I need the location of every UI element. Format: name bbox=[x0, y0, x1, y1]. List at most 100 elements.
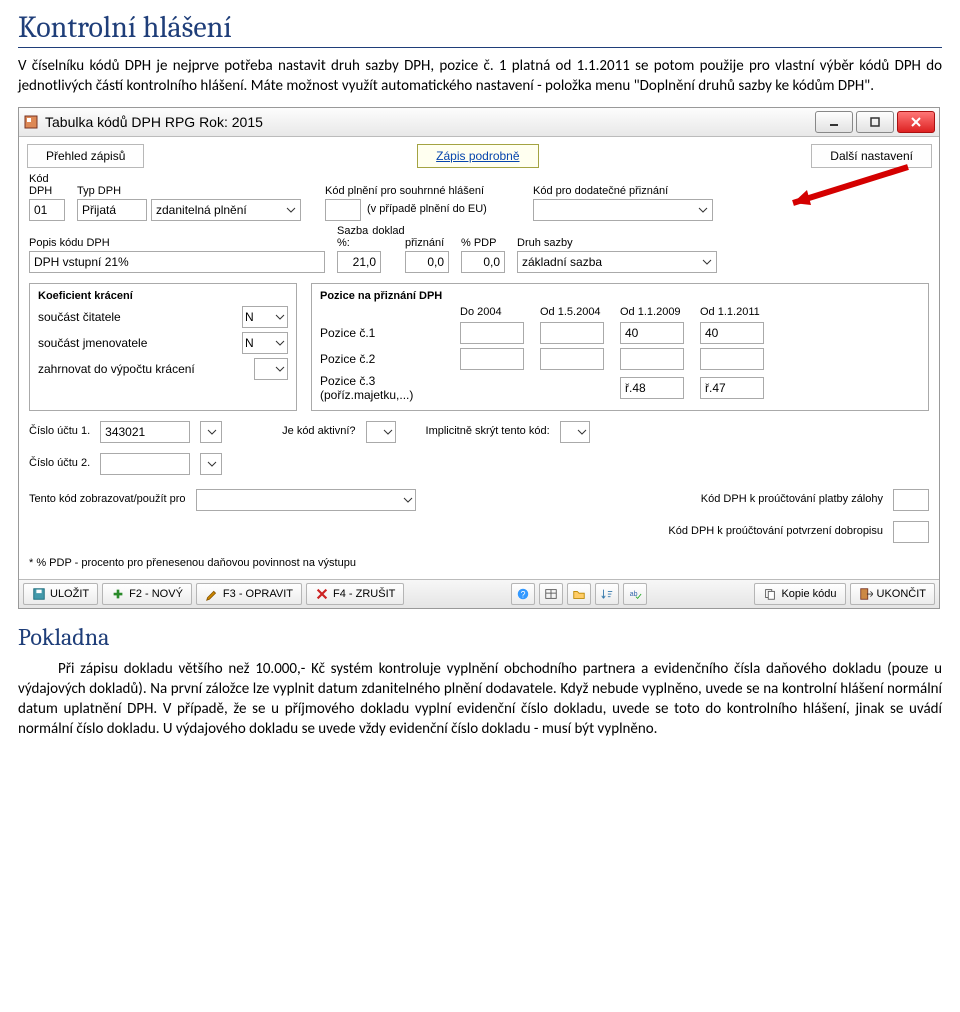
kod-plneni-input[interactable] bbox=[325, 199, 361, 221]
label-je-kod-aktivni: Je kód aktivní? bbox=[282, 425, 355, 437]
citatel-select[interactable]: N bbox=[242, 306, 288, 328]
druh-sazby-select[interactable]: základní sazba bbox=[517, 251, 717, 273]
druh-sazby-value: základní sazba bbox=[522, 255, 602, 269]
chevron-down-icon bbox=[577, 427, 587, 437]
titlebar: Tabulka kódů DPH RPG Rok: 2015 bbox=[19, 108, 939, 137]
kod-dobropis-input[interactable] bbox=[893, 521, 929, 543]
label-kod-zaloha: Kód DPH k proúčtování platby zálohy bbox=[701, 493, 883, 505]
typ-dph-input[interactable] bbox=[77, 199, 147, 221]
help-button[interactable]: ? bbox=[511, 583, 535, 605]
typ-dph-select-value: zdanitelná plnění bbox=[156, 203, 247, 217]
chevron-down-icon bbox=[383, 427, 393, 437]
tool-button-1[interactable] bbox=[539, 583, 563, 605]
kod-zaloha-input[interactable] bbox=[893, 489, 929, 511]
col-od-2009: Od 1.1.2009 bbox=[620, 306, 690, 318]
label-pozice2: Pozice č.2 bbox=[320, 352, 450, 366]
label-sazba: Sazba %: bbox=[337, 225, 368, 249]
pozice2-2004-input[interactable] bbox=[460, 348, 524, 370]
label-druh-sazby: Druh sazby bbox=[517, 237, 717, 249]
ukoncit-button[interactable]: UKONČIT bbox=[850, 583, 936, 605]
pdp-pct-input[interactable] bbox=[461, 251, 505, 273]
tab-zapis-podrobne[interactable]: Zápis podrobně bbox=[417, 144, 538, 168]
ucet1-dropdown[interactable] bbox=[200, 421, 222, 443]
label-implicitne-skryt: Implicitně skrýt tento kód: bbox=[426, 425, 550, 437]
pozice1-2004-input[interactable] bbox=[460, 322, 524, 344]
col-od-2011: Od 1.1.2011 bbox=[700, 306, 770, 318]
typ-dph-select[interactable]: zdanitelná plnění bbox=[151, 199, 301, 221]
label-kod-dph: Kód DPH bbox=[29, 173, 69, 197]
sazba-doklad-input[interactable] bbox=[337, 251, 381, 273]
label-pdp-pct: % PDP bbox=[461, 237, 509, 249]
kod-dph-input[interactable] bbox=[29, 199, 65, 221]
label-priznani: přiznání bbox=[405, 237, 453, 249]
folder-icon bbox=[572, 587, 586, 601]
pozice1-2004b-input[interactable] bbox=[540, 322, 604, 344]
label-kod-plneni: Kód plnění pro souhrnné hlášení bbox=[325, 185, 525, 197]
label-doklad: doklad bbox=[372, 225, 404, 249]
label-popis-kodu: Popis kódu DPH bbox=[29, 237, 329, 249]
exit-icon bbox=[859, 587, 873, 601]
footnote-pdp: * % PDP - procento pro přenesenou daňovo… bbox=[29, 557, 929, 569]
app-window: Tabulka kódů DPH RPG Rok: 2015 Přehled z… bbox=[18, 107, 940, 609]
chevron-down-icon bbox=[700, 255, 714, 269]
edit-icon bbox=[205, 587, 219, 601]
heading-kontrolni-hlaseni: Kontrolní hlášení bbox=[18, 10, 942, 48]
novy-button[interactable]: F2 - NOVÝ bbox=[102, 583, 192, 605]
aktivni-select[interactable] bbox=[366, 421, 396, 443]
chevron-down-icon bbox=[275, 312, 285, 322]
pozice3-2009-input[interactable] bbox=[620, 377, 684, 399]
ulozit-button[interactable]: ULOŽIT bbox=[23, 583, 98, 605]
citatel-value: N bbox=[245, 310, 254, 324]
jmenovatel-value: N bbox=[245, 336, 254, 350]
cancel-icon bbox=[315, 587, 329, 601]
panel-koeficient-kraceni: Koeficient krácení součást čitatele N so… bbox=[29, 283, 297, 411]
ucet2-dropdown[interactable] bbox=[200, 453, 222, 475]
label-zobrazovat-pro: Tento kód zobrazovat/použít pro bbox=[29, 493, 186, 505]
chevron-down-icon bbox=[403, 495, 413, 505]
panel-pozice-priznani: Pozice na přiznání DPH Do 2004 Od 1.5.20… bbox=[311, 283, 929, 411]
kod-dodatecne-select[interactable] bbox=[533, 199, 713, 221]
pozice1-2009-input[interactable] bbox=[620, 322, 684, 344]
cislo-uctu2-input[interactable] bbox=[100, 453, 190, 475]
tool-button-4[interactable]: ab bbox=[623, 583, 647, 605]
zahrnovat-select[interactable] bbox=[254, 358, 288, 380]
chevron-down-icon bbox=[284, 203, 298, 217]
pozice2-2004b-input[interactable] bbox=[540, 348, 604, 370]
sazba-priznani-input[interactable] bbox=[405, 251, 449, 273]
tool-button-2[interactable] bbox=[567, 583, 591, 605]
kopie-kodu-button[interactable]: Kopie kódu bbox=[754, 583, 845, 605]
tab-prehled-zapisu[interactable]: Přehled zápisů bbox=[27, 144, 144, 168]
label-pozice3: Pozice č.3 (poříz.majetku,...) bbox=[320, 374, 450, 402]
col-od-2004: Od 1.5.2004 bbox=[540, 306, 610, 318]
chevron-down-icon bbox=[696, 203, 710, 217]
window-title: Tabulka kódů DPH RPG Rok: 2015 bbox=[45, 114, 263, 130]
table-icon bbox=[544, 587, 558, 601]
jmenovatel-select[interactable]: N bbox=[242, 332, 288, 354]
pozice2-2011-input[interactable] bbox=[700, 348, 764, 370]
heading-pokladna: Pokladna bbox=[18, 623, 942, 651]
zrusit-button[interactable]: F4 - ZRUŠIT bbox=[306, 583, 404, 605]
tool-button-3[interactable] bbox=[595, 583, 619, 605]
copy-icon bbox=[763, 587, 777, 601]
bottom-toolbar: ULOŽIT F2 - NOVÝ F3 - OPRAVIT F4 - ZRUŠI… bbox=[19, 579, 939, 608]
popis-kodu-input[interactable] bbox=[29, 251, 325, 273]
annotation-arrow-icon bbox=[773, 163, 913, 213]
label-zahrnovat: zahrnovat do výpočtu krácení bbox=[38, 362, 195, 376]
pozice2-2009-input[interactable] bbox=[620, 348, 684, 370]
skryt-select[interactable] bbox=[560, 421, 590, 443]
close-button[interactable] bbox=[897, 111, 935, 133]
pozice3-2011-input[interactable] bbox=[700, 377, 764, 399]
zobrazovat-select[interactable] bbox=[196, 489, 416, 511]
minimize-button[interactable] bbox=[815, 111, 853, 133]
panel-title-koef: Koeficient krácení bbox=[38, 290, 288, 302]
opravit-button[interactable]: F3 - OPRAVIT bbox=[196, 583, 302, 605]
plus-icon bbox=[111, 587, 125, 601]
cislo-uctu1-input[interactable] bbox=[100, 421, 190, 443]
label-kod-dodatecne: Kód pro dodatečné přiznání bbox=[533, 185, 723, 197]
paragraph-intro: V číselníku kódů DPH je nejprve potřeba … bbox=[18, 56, 942, 97]
help-icon: ? bbox=[516, 587, 530, 601]
label-jmenovatel: součást jmenovatele bbox=[38, 336, 147, 350]
pozice1-2011-input[interactable] bbox=[700, 322, 764, 344]
app-icon bbox=[23, 114, 39, 130]
maximize-button[interactable] bbox=[856, 111, 894, 133]
